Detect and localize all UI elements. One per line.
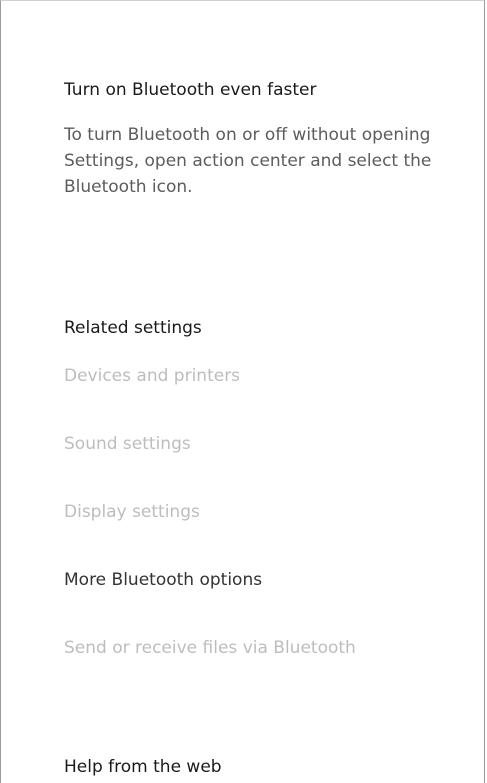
settings-side-panel: Turn on Bluetooth even faster To turn Bl… — [0, 0, 485, 783]
tip-title: Turn on Bluetooth even faster — [64, 80, 317, 100]
tip-description: To turn Bluetooth on or off without open… — [64, 125, 432, 197]
sound-settings-link[interactable]: Sound settings — [64, 433, 191, 455]
help-from-web-title: Help from the web — [64, 757, 222, 777]
devices-and-printers-link[interactable]: Devices and printers — [64, 365, 240, 387]
send-receive-files-bluetooth-link[interactable]: Send or receive files via Bluetooth — [64, 637, 356, 659]
display-settings-link[interactable]: Display settings — [64, 501, 200, 523]
related-settings-title: Related settings — [64, 318, 202, 338]
more-bluetooth-options-link[interactable]: More Bluetooth options — [64, 569, 262, 591]
